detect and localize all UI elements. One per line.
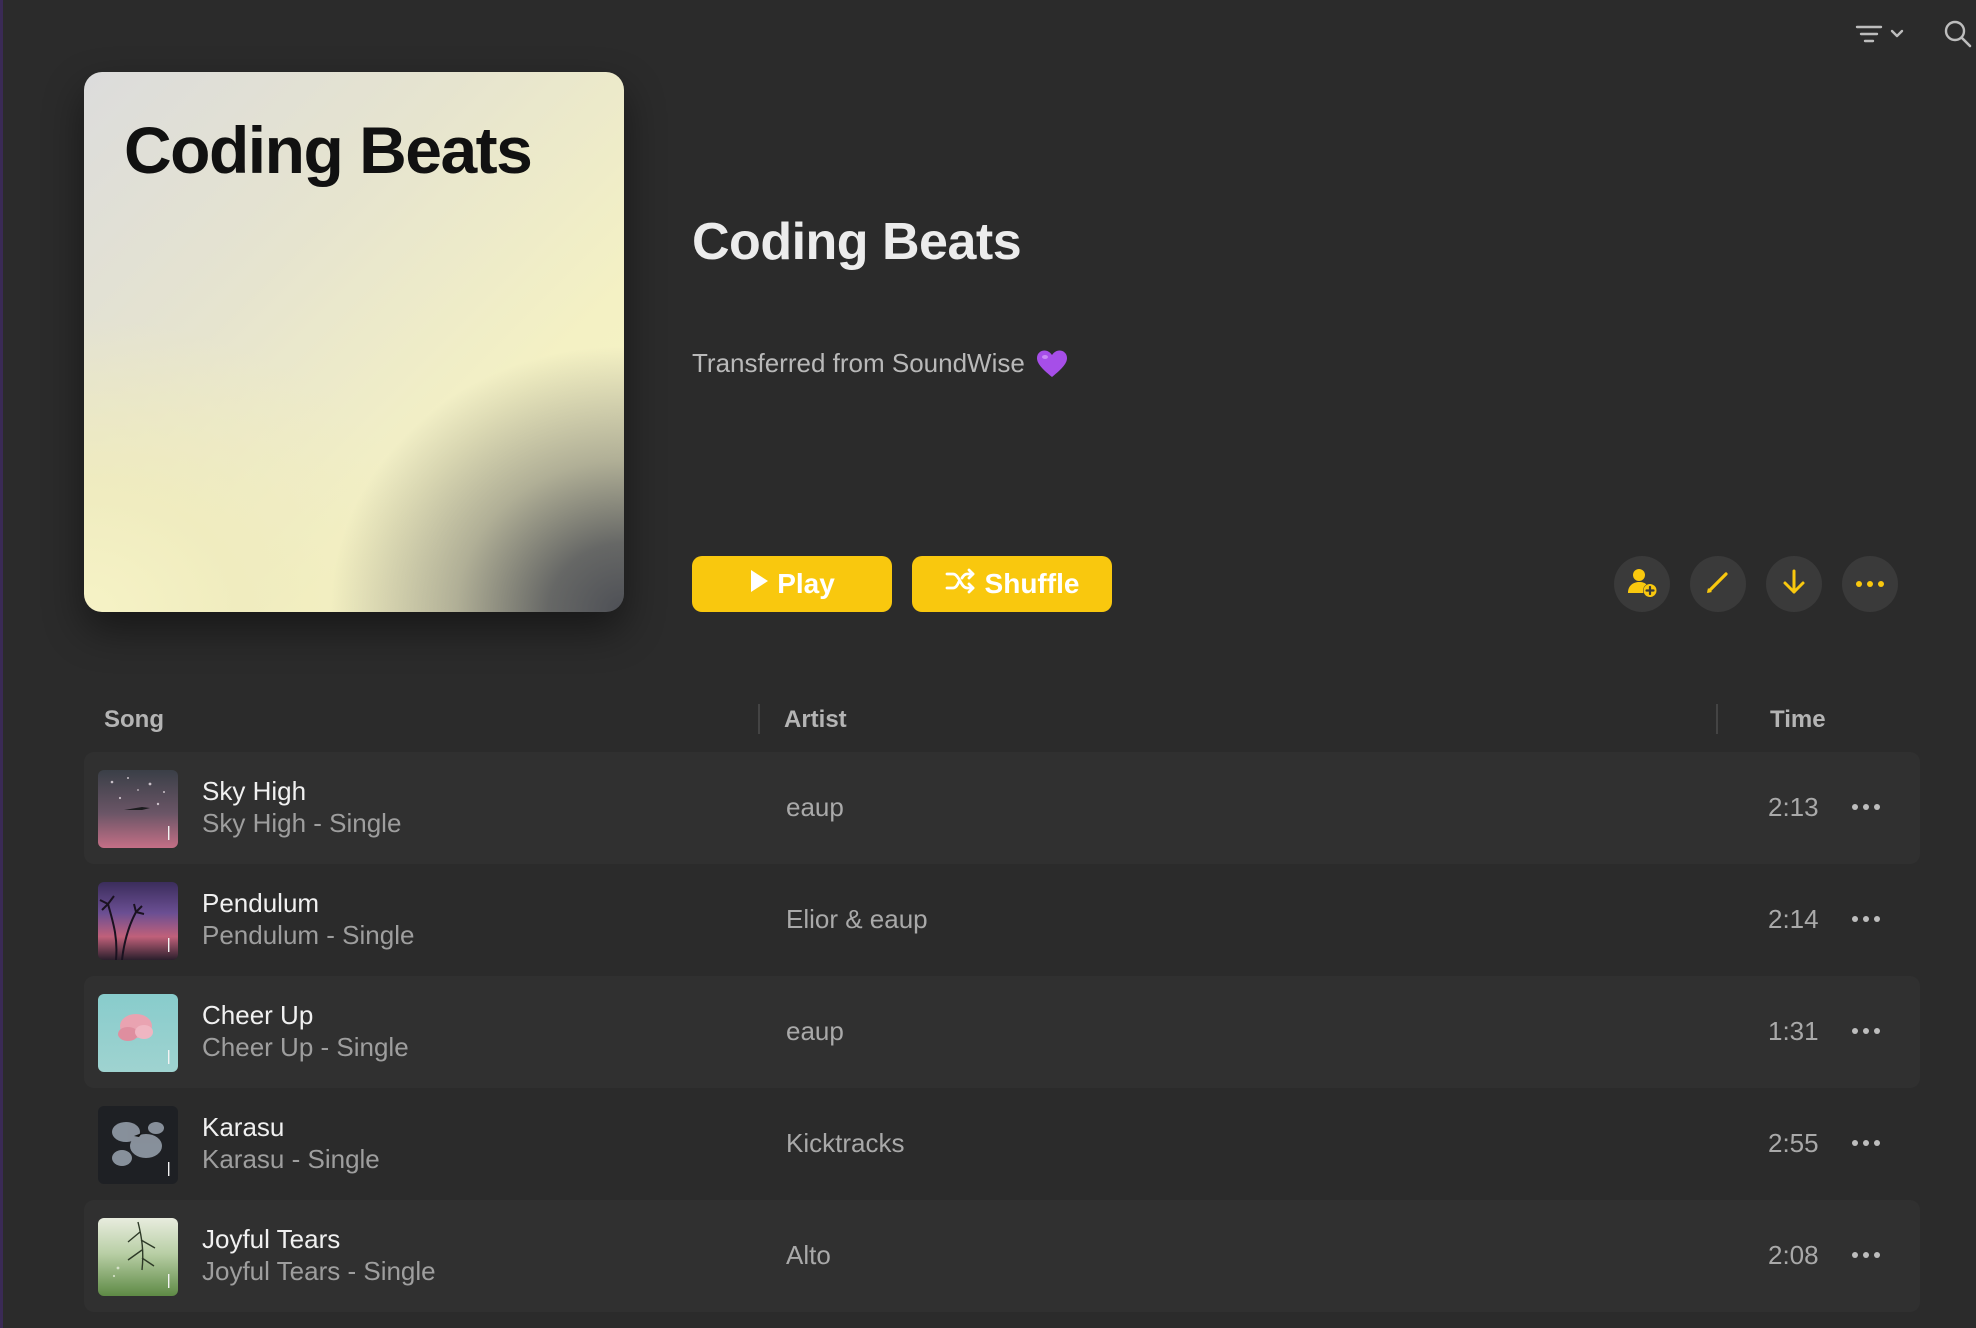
table-row[interactable]: Pendulum Pendulum - Single Elior & eaup … (84, 864, 1920, 976)
more-ellipsis-icon (1851, 1246, 1881, 1264)
album-art-thumbnail (98, 994, 178, 1072)
song-album[interactable]: Sky High - Single (202, 808, 401, 839)
more-ellipsis-icon (1855, 575, 1885, 593)
purple-heart-icon (1035, 349, 1069, 379)
column-header-song[interactable]: Song (104, 706, 164, 734)
chevron-down-icon (1889, 27, 1905, 45)
song-duration: 1:31 (1768, 1016, 1819, 1046)
play-icon (749, 568, 769, 600)
playlist-description: Transferred from SoundWise (692, 348, 1069, 379)
list-filter-icon (1855, 23, 1883, 50)
album-art-thumbnail (98, 770, 178, 848)
more-options-button[interactable] (1842, 556, 1898, 612)
shuffle-icon (945, 568, 977, 601)
toolbar (1848, 18, 1976, 54)
more-ellipsis-icon (1851, 1022, 1881, 1040)
edit-button[interactable] (1690, 556, 1746, 612)
add-collaborator-icon (1626, 567, 1658, 602)
play-button[interactable]: Play (692, 556, 892, 612)
song-list: Sky High Sky High - Single eaup 2:13 Pen… (84, 752, 1920, 1312)
shuffle-label: Shuffle (984, 568, 1080, 599)
album-art-thumbnail (98, 882, 178, 960)
column-header-time[interactable]: Time (1770, 706, 1826, 734)
album-art-thumbnail (98, 1218, 178, 1296)
column-divider[interactable] (758, 704, 760, 734)
song-title: Pendulum (202, 888, 320, 918)
edit-pencil-icon (1705, 569, 1731, 600)
column-divider[interactable] (1716, 704, 1718, 734)
row-more-button[interactable] (1842, 1238, 1890, 1272)
row-more-button[interactable] (1842, 902, 1890, 936)
song-artist[interactable]: eaup (786, 1016, 844, 1047)
song-album[interactable]: Pendulum - Single (202, 920, 414, 951)
song-title: Joyful Tears (202, 1224, 341, 1254)
search-button[interactable] (1940, 18, 1976, 54)
sort-menu-button[interactable] (1848, 18, 1912, 54)
song-duration: 2:08 (1768, 1240, 1819, 1270)
song-artist[interactable]: Alto (786, 1240, 831, 1271)
song-duration: 2:13 (1768, 792, 1819, 822)
album-art-thumbnail (98, 1106, 178, 1184)
table-row[interactable]: Cheer Up Cheer Up - Single eaup 1:31 (84, 976, 1920, 1088)
playlist-artwork: Coding Beats (84, 72, 624, 612)
more-ellipsis-icon (1851, 910, 1881, 928)
row-more-button[interactable] (1842, 1014, 1890, 1048)
table-header: Song Artist Time (84, 700, 1920, 740)
add-collaborator-button[interactable] (1614, 556, 1670, 612)
play-label: Play (777, 568, 835, 599)
song-title: Sky High (202, 776, 307, 806)
song-album[interactable]: Cheer Up - Single (202, 1032, 409, 1063)
table-row[interactable]: Joyful Tears Joyful Tears - Single Alto … (84, 1200, 1920, 1312)
song-album[interactable]: Joyful Tears - Single (202, 1256, 436, 1287)
table-row[interactable]: Karasu Karasu - Single Kicktracks 2:55 (84, 1088, 1920, 1200)
song-title: Karasu (202, 1112, 285, 1142)
artwork-title: Coding Beats (124, 113, 533, 187)
window-edge (0, 0, 3, 1328)
song-artist[interactable]: Elior & eaup (786, 904, 928, 935)
song-album[interactable]: Karasu - Single (202, 1144, 380, 1175)
row-more-button[interactable] (1842, 790, 1890, 824)
playlist-title: Coding Beats (692, 213, 1022, 271)
download-arrow-icon (1781, 568, 1807, 601)
description-text: Transferred from SoundWise (692, 348, 1025, 378)
download-button[interactable] (1766, 556, 1822, 612)
row-more-button[interactable] (1842, 1126, 1890, 1160)
song-artist[interactable]: Kicktracks (786, 1128, 904, 1159)
shuffle-button[interactable]: Shuffle (912, 556, 1112, 612)
more-ellipsis-icon (1851, 1134, 1881, 1152)
song-duration: 2:14 (1768, 904, 1819, 934)
song-artist[interactable]: eaup (786, 792, 844, 823)
column-header-artist[interactable]: Artist (784, 706, 847, 734)
more-ellipsis-icon (1851, 798, 1881, 816)
song-title: Cheer Up (202, 1000, 314, 1030)
table-row[interactable]: Sky High Sky High - Single eaup 2:13 (84, 752, 1920, 864)
song-duration: 2:55 (1768, 1128, 1819, 1158)
search-icon (1943, 19, 1973, 54)
